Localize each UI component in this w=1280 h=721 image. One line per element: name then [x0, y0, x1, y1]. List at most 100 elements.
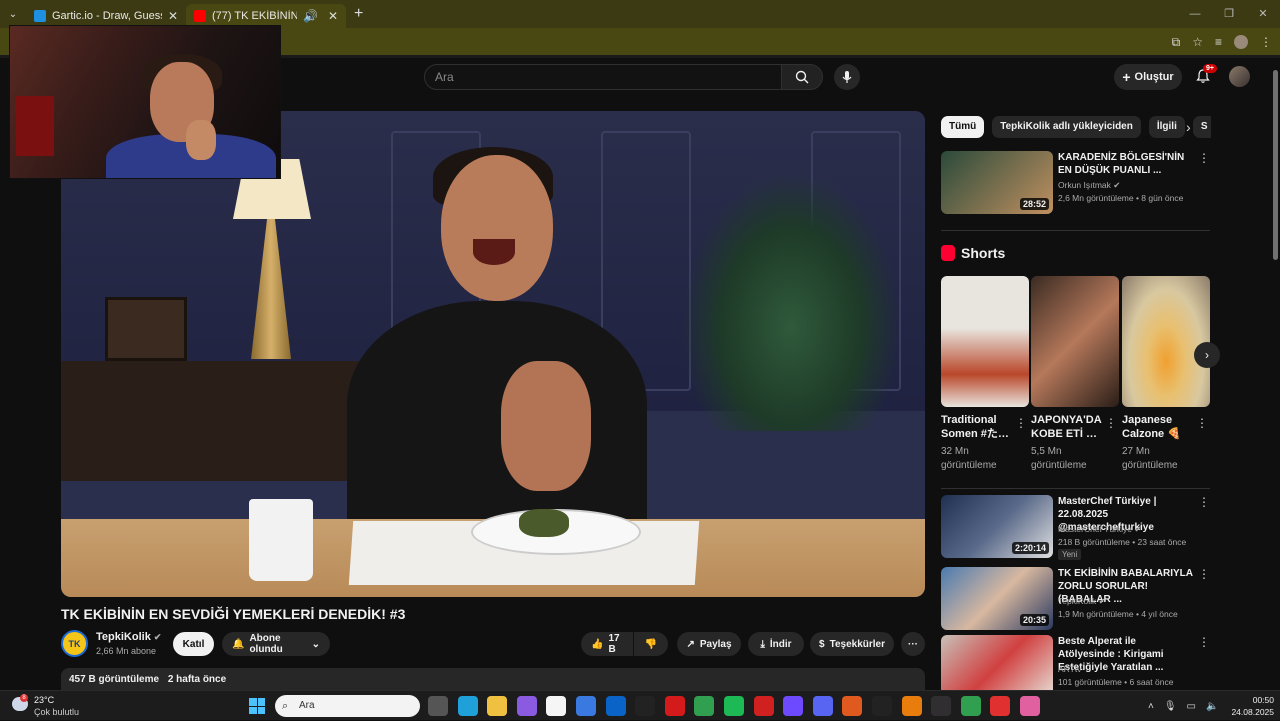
search-input[interactable]: Ara: [424, 64, 782, 90]
webcam-person-hand: [186, 120, 216, 160]
short-title[interactable]: JAPONYA'DA KOBE ETİ …: [1031, 413, 1103, 441]
profile-avatar[interactable]: [1234, 35, 1248, 49]
short-item[interactable]: JAPONYA'DA KOBE ETİ … 5,5 Mn görüntüleme…: [1031, 276, 1119, 473]
shorts-next-button[interactable]: ›: [1194, 342, 1220, 368]
chip-more[interactable]: S: [1192, 116, 1211, 138]
more-options-icon[interactable]: ⋮: [1198, 495, 1210, 509]
weather-widget[interactable]: 8 23°C Çok bulutlu: [12, 694, 92, 718]
dislike-button[interactable]: 👎: [634, 632, 668, 656]
app-b-icon[interactable]: [753, 696, 774, 716]
app-pink-icon[interactable]: [1019, 696, 1040, 716]
chevron-up-icon[interactable]: ˄: [1148, 701, 1154, 712]
app-n-icon[interactable]: [871, 696, 892, 716]
short-title[interactable]: Japanese Calzone 🍕: [1122, 413, 1194, 441]
clock[interactable]: 00:50 24.08.2025: [1226, 694, 1274, 718]
recommendation-channel[interactable]: Orkun Işıtmak ✔: [1058, 180, 1120, 191]
tab-search-chevron-icon[interactable]: ⌄: [0, 0, 26, 28]
discord-icon[interactable]: [812, 696, 833, 716]
file-explorer-icon[interactable]: [487, 696, 508, 716]
channel-avatar[interactable]: TK: [61, 630, 88, 657]
short-item[interactable]: Japanese Calzone 🍕 27 Mn görüntüleme ⋮: [1122, 276, 1210, 473]
copilot-icon[interactable]: [516, 696, 537, 716]
install-app-icon[interactable]: ⧉: [1172, 35, 1181, 50]
description-box[interactable]: 457 B görüntüleme 2 hafta önce: [61, 668, 925, 692]
app-orange-icon[interactable]: [842, 696, 863, 716]
proton-vpn-icon[interactable]: [783, 696, 804, 716]
short-title[interactable]: Traditional Somen #た…: [941, 413, 1013, 441]
more-options-icon[interactable]: ⋮: [1196, 416, 1208, 430]
download-button[interactable]: ⤓ İndir: [748, 632, 804, 656]
recommendation-item[interactable]: Beste Alperat ile Atölyesinde : Kirigami…: [941, 635, 1211, 690]
more-actions-button[interactable]: ···: [901, 632, 925, 656]
microphone-icon[interactable]: 🎙: [1164, 701, 1177, 712]
edge-icon[interactable]: [457, 696, 478, 716]
speaker-icon[interactable]: 🔊: [303, 9, 318, 23]
video-thumbnail[interactable]: 2:20:14: [941, 495, 1053, 558]
task-view-icon[interactable]: [428, 696, 448, 716]
like-button[interactable]: 👍 17 B: [581, 632, 633, 656]
recommendation-channel[interactable]: TepkiKolik ✔: [1058, 596, 1106, 607]
minimize-button[interactable]: —: [1178, 0, 1212, 28]
more-options-icon[interactable]: ⋮: [1198, 151, 1210, 165]
chrome-icon[interactable]: [694, 696, 715, 716]
recommendation-channel[interactable]: MasterChef Türkiye ✔: [1058, 524, 1142, 535]
close-tab-icon[interactable]: ✕: [168, 9, 178, 23]
reading-list-icon[interactable]: ≡: [1215, 35, 1222, 49]
bookmark-star-icon[interactable]: ☆: [1192, 35, 1203, 49]
view-count: 457 B görüntüleme: [69, 674, 160, 685]
new-tab-button[interactable]: +: [354, 5, 363, 23]
app-red-icon[interactable]: [990, 696, 1011, 716]
restore-button[interactable]: ❐: [1212, 0, 1246, 28]
channel-name[interactable]: TepkiKolik ✔: [96, 631, 161, 643]
video-thumbnail[interactable]: 28:52: [941, 151, 1053, 214]
more-options-icon[interactable]: ⋮: [1198, 567, 1210, 581]
subscribed-button[interactable]: 🔔 Abone olundu ⌄: [222, 632, 330, 656]
thanks-button[interactable]: $ Teşekkürler: [810, 632, 894, 656]
recommendation-item[interactable]: 20:35 TK EKİBİNİN BABALARIYLA ZORLU SORU…: [941, 567, 1211, 631]
more-options-icon[interactable]: ⋮: [1015, 416, 1027, 430]
recommendation-item[interactable]: 28:52 KARADENİZ BÖLGESİ'NİN EN DÜŞÜK PUA…: [941, 151, 1211, 215]
taskbar-search[interactable]: ⌕ Ara: [275, 695, 420, 717]
page-scrollbar[interactable]: [1271, 58, 1280, 690]
account-avatar[interactable]: [1229, 66, 1250, 87]
opera-icon[interactable]: [664, 696, 685, 716]
browser-menu-icon[interactable]: ⋮: [1260, 35, 1272, 49]
short-thumbnail[interactable]: [1031, 276, 1119, 407]
chevron-right-icon[interactable]: ›: [1186, 119, 1191, 135]
cmd-icon[interactable]: [635, 696, 656, 716]
notepad-icon[interactable]: [546, 696, 567, 716]
chip-from-uploader[interactable]: TepkiKolik adlı yükleyiciden: [992, 116, 1141, 138]
notifications-button[interactable]: 9+: [1193, 64, 1217, 86]
voice-search-button[interactable]: [834, 64, 860, 90]
recommendation-item[interactable]: 2:20:14 MasterChef Türkiye | 22.08.2025 …: [941, 495, 1211, 560]
join-button[interactable]: Katıl: [173, 632, 214, 656]
obs-icon[interactable]: [931, 696, 952, 716]
create-button[interactable]: + Oluştur: [1114, 64, 1182, 90]
display-icon[interactable]: ▭: [1187, 701, 1196, 712]
blender-icon[interactable]: [901, 696, 922, 716]
video-player[interactable]: [61, 111, 925, 597]
close-tab-icon[interactable]: ✕: [328, 9, 338, 23]
share-button[interactable]: ↗ Paylaş: [677, 632, 741, 656]
video-thumbnail[interactable]: [941, 635, 1053, 690]
more-options-icon[interactable]: ⋮: [1105, 416, 1117, 430]
scrollbar-thumb[interactable]: [1273, 70, 1278, 260]
start-button[interactable]: [249, 698, 265, 714]
recommendation-channel[interactable]: ARTtv: [1058, 664, 1081, 674]
close-window-button[interactable]: ✕: [1246, 0, 1280, 28]
short-item[interactable]: Traditional Somen #た… 32 Mn görüntüleme …: [941, 276, 1029, 473]
search-button[interactable]: [781, 64, 823, 90]
chip-related[interactable]: İlgili: [1148, 116, 1185, 138]
store-icon[interactable]: [575, 696, 596, 716]
outlook-icon[interactable]: [605, 696, 626, 716]
chrome-2-icon[interactable]: [960, 696, 981, 716]
short-thumbnail[interactable]: [941, 276, 1029, 407]
chip-all[interactable]: Tümü: [941, 116, 985, 138]
video-thumbnail[interactable]: 20:35: [941, 567, 1053, 630]
more-options-icon[interactable]: ⋮: [1198, 635, 1210, 649]
volume-icon[interactable]: 🔈: [1206, 701, 1218, 712]
short-thumbnail[interactable]: [1122, 276, 1210, 407]
plus-icon: +: [1122, 69, 1131, 85]
recommendation-title[interactable]: KARADENİZ BÖLGESİ'NİN EN DÜŞÜK PUANLI ..…: [1058, 151, 1194, 177]
spotify-icon[interactable]: [723, 696, 744, 716]
